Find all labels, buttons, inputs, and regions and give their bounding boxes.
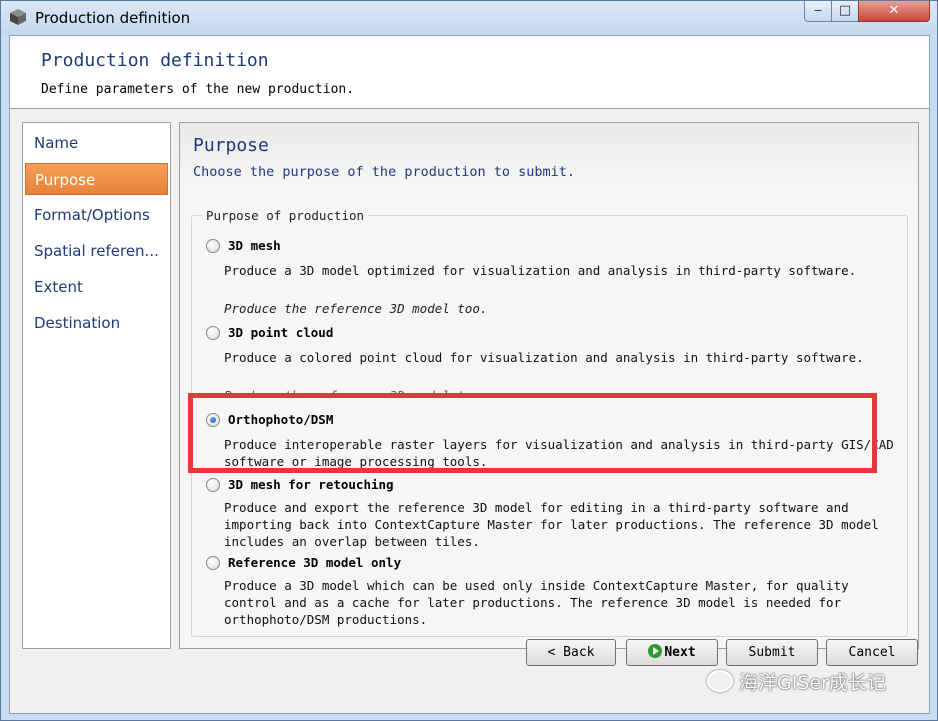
option-label[interactable]: Orthophoto/DSM	[228, 412, 333, 427]
sidebar-item-purpose[interactable]: Purpose	[25, 163, 168, 195]
radio-reference-3d-model[interactable]	[206, 556, 220, 570]
back-button[interactable]: < Back	[526, 639, 616, 666]
dialog-client: Production definition Define parameters …	[9, 35, 930, 714]
wechat-icon	[707, 670, 733, 692]
sidebar-item-name[interactable]: Name	[25, 127, 168, 159]
section-title: Purpose	[193, 135, 269, 156]
radio-3d-mesh-retouching[interactable]	[206, 478, 220, 492]
sidebar-item-extent[interactable]: Extent	[25, 271, 168, 303]
option-description: Produce a colored point cloud for visual…	[224, 350, 864, 365]
close-button[interactable]: ✕	[858, 1, 930, 22]
option-label[interactable]: 3D point cloud	[228, 325, 333, 340]
page-subtitle: Define parameters of the new production.	[41, 82, 355, 97]
app-cube-icon	[10, 9, 26, 25]
option-description: Produce interoperable raster layers for …	[224, 437, 894, 469]
window-title: Production definition	[35, 9, 191, 27]
radio-3d-point-cloud[interactable]	[206, 326, 220, 340]
minimize-button[interactable]: ‒	[804, 1, 832, 22]
title-bar: Production definition ‒ □ ✕	[1, 1, 937, 35]
option-extra-checkbox[interactable]: Produce the reference 3D model too.	[224, 388, 487, 397]
option-label[interactable]: 3D mesh for retouching	[228, 477, 394, 492]
sidebar-item-spatial-reference[interactable]: Spatial referen...	[25, 235, 168, 267]
sidebar-item-destination[interactable]: Destination	[25, 307, 168, 339]
maximize-button[interactable]: □	[831, 1, 859, 22]
page-title: Production definition	[41, 50, 269, 71]
submit-button[interactable]: Submit	[726, 639, 818, 666]
watermark-text: 海洋GISer成长记	[739, 672, 886, 694]
watermark: 海洋GISer成长记	[707, 668, 886, 695]
cancel-button[interactable]: Cancel	[826, 639, 918, 666]
sidebar-item-format-options[interactable]: Format/Options	[25, 199, 168, 231]
option-extra-checkbox[interactable]: Produce the reference 3D model too.	[224, 301, 487, 316]
option-description: Produce a 3D model which can be used onl…	[224, 578, 849, 627]
panel-header-band	[180, 123, 918, 193]
purpose-group-box: Purpose of production 3D mesh Produce a …	[191, 208, 908, 637]
radio-3d-mesh[interactable]	[206, 239, 220, 253]
section-subtitle: Choose the purpose of the production to …	[193, 164, 576, 180]
group-label: Purpose of production	[202, 208, 369, 223]
production-definition-window: Production definition ‒ □ ✕ Production d…	[0, 0, 938, 721]
purpose-panel: Purpose Choose the purpose of the produc…	[179, 122, 919, 649]
option-label[interactable]: Reference 3D model only	[228, 555, 401, 570]
option-description: Produce and export the reference 3D mode…	[224, 500, 879, 549]
wizard-steps-sidebar: Name Purpose Format/Options Spatial refe…	[22, 122, 171, 649]
wizard-header: Production definition Define parameters …	[10, 36, 929, 109]
next-button[interactable]: Next	[626, 639, 718, 666]
next-arrow-icon	[648, 644, 663, 658]
option-description: Produce a 3D model optimized for visuali…	[224, 263, 857, 278]
radio-orthophoto-dsm[interactable]	[206, 413, 220, 427]
option-label[interactable]: 3D mesh	[228, 238, 281, 253]
next-label: Next	[664, 645, 696, 660]
